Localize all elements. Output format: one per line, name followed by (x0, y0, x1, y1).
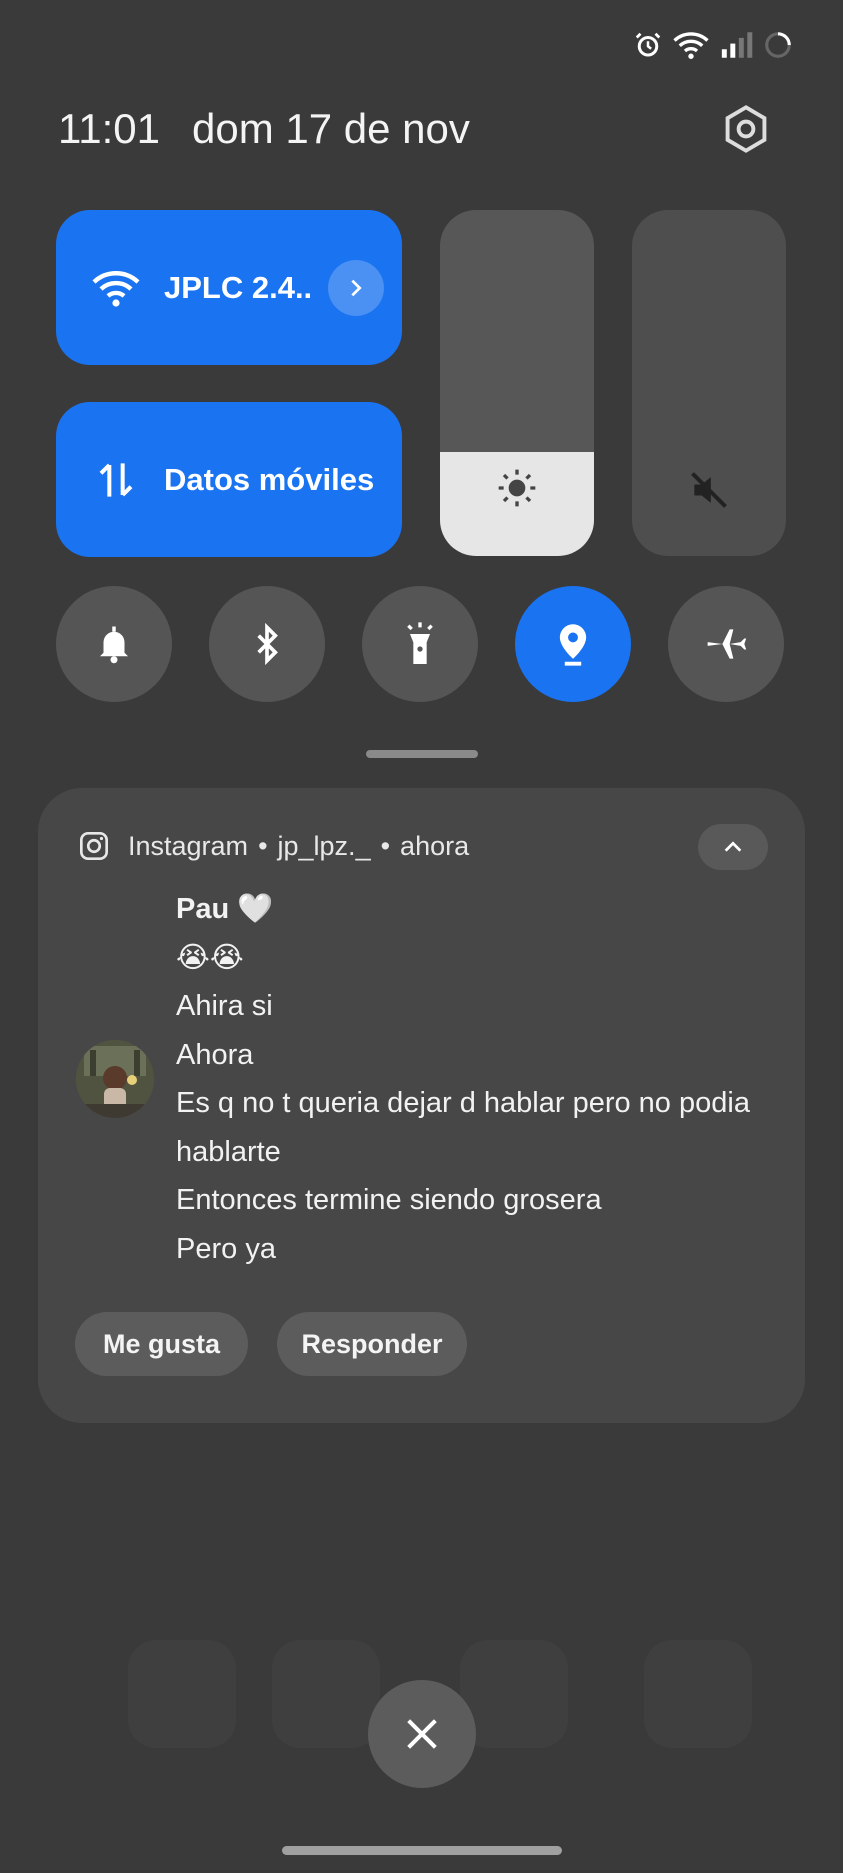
instagram-icon (80, 832, 108, 860)
bluetooth-toggle[interactable] (209, 586, 325, 702)
mobile-data-label: Datos móviles (164, 461, 375, 497)
flashlight-icon (407, 622, 433, 664)
background-app-icon (644, 1640, 752, 1748)
wifi-network-label: JPLC 2.4.. (164, 269, 313, 305)
wifi-icon (86, 258, 146, 318)
airplane-toggle[interactable] (668, 586, 784, 702)
data-arrows-icon (86, 450, 146, 510)
clock-time: 11:01 (58, 105, 160, 152)
bell-icon (100, 626, 128, 664)
message-line: Pero ya (176, 1232, 276, 1265)
background-app-icon (128, 1640, 236, 1748)
message-line: Ahora (176, 1038, 254, 1071)
separator: • (380, 830, 391, 861)
status-bar (633, 30, 793, 60)
alarm-icon (635, 32, 661, 57)
sun-icon (498, 469, 536, 507)
collapse-notification-button[interactable] (698, 824, 768, 870)
notification-time: ahora (400, 830, 470, 861)
gear-icon (725, 105, 767, 153)
notification-message: Pau 🤍 😭😭 Ahira si Ahora Es q no t queria… (176, 885, 766, 1273)
reply-button[interactable]: Responder (277, 1312, 467, 1376)
notification-app-name: Instagram (128, 830, 249, 861)
close-icon (407, 1719, 437, 1749)
loading-icon (765, 32, 791, 58)
chevron-right-icon (351, 279, 362, 296)
avatar (76, 1040, 154, 1118)
location-icon (559, 624, 587, 666)
settings-button[interactable] (720, 103, 772, 155)
message-line: Entonces termine siendo grosera (176, 1184, 602, 1216)
gesture-navigation-bar[interactable] (282, 1846, 562, 1855)
notification-account: jp_lpz._ (277, 830, 371, 861)
flashlight-toggle[interactable] (362, 586, 478, 702)
wifi-tile[interactable]: JPLC 2.4.. (56, 210, 402, 365)
panel-drag-handle[interactable] (366, 750, 478, 758)
mobile-data-tile[interactable]: Datos móviles (56, 402, 402, 557)
signal-icon (721, 32, 753, 58)
sound-toggle[interactable] (56, 586, 172, 702)
location-toggle[interactable] (515, 586, 631, 702)
date-label: dom 17 de nov (192, 105, 470, 152)
airplane-icon (707, 629, 747, 659)
notification-header: Instagram • jp_lpz._ • ahora (78, 830, 469, 862)
notification-sender: Pau 🤍 (176, 893, 274, 925)
background-app-icon (272, 1640, 380, 1748)
volume-slider[interactable] (632, 210, 786, 556)
like-button[interactable]: Me gusta (75, 1312, 248, 1376)
message-line: Es q no t queria dejar d hablar pero no … (176, 1087, 750, 1168)
chevron-up-icon (724, 841, 742, 852)
background-app-icon (460, 1640, 568, 1748)
wifi-expand-button[interactable] (328, 259, 384, 316)
close-button[interactable] (368, 1680, 476, 1788)
wifi-icon (673, 32, 709, 59)
message-line: Ahira si (176, 990, 273, 1022)
brightness-slider[interactable] (440, 210, 594, 556)
message-line: 😭😭 (176, 941, 244, 974)
separator: • (258, 830, 268, 861)
mute-icon (691, 472, 727, 508)
header: 11:01 dom 17 de nov (58, 105, 470, 153)
bluetooth-icon (257, 622, 278, 666)
